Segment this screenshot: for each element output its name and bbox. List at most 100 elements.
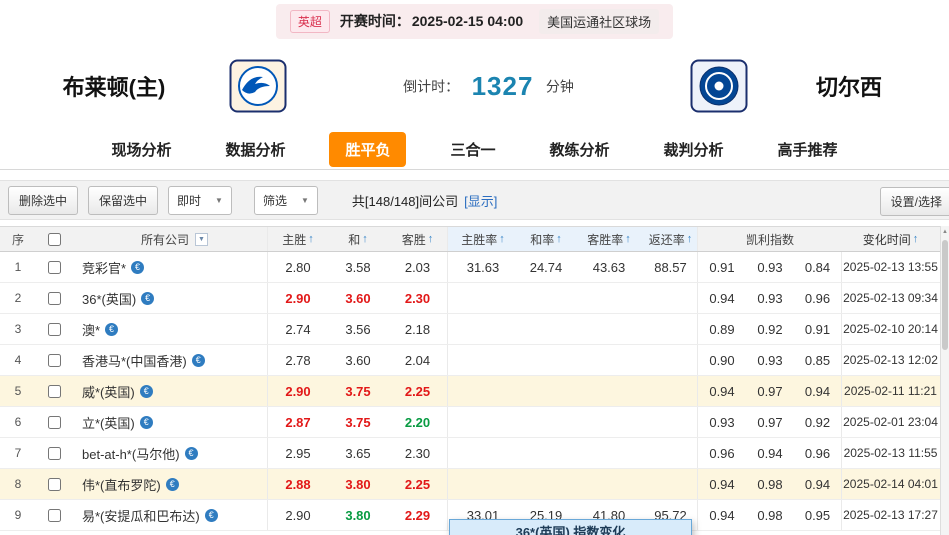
col-header-home-rate[interactable]: 主胜率 ↑ xyxy=(448,227,518,251)
scroll-up-icon[interactable]: ▲ xyxy=(941,226,949,238)
away-odds-cell[interactable]: 2.30 xyxy=(388,438,448,468)
col-header-return-rate-label: 返还率 xyxy=(649,231,685,248)
company-odds-icon[interactable]: € xyxy=(140,416,153,429)
company-cell[interactable]: 香港马*(中国香港)€ xyxy=(72,345,268,375)
col-header-draw-rate[interactable]: 和率 ↑ xyxy=(518,227,574,251)
home-odds-cell[interactable]: 2.90 xyxy=(268,376,328,406)
table-row[interactable]: 8伟*(直布罗陀)€2.883.802.250.940.980.942025-0… xyxy=(0,469,949,500)
away-odds-cell[interactable]: 2.25 xyxy=(388,376,448,406)
kelly-index-2: 0.93 xyxy=(746,252,794,282)
home-odds-cell[interactable]: 2.95 xyxy=(268,438,328,468)
company-cell[interactable]: 澳*€ xyxy=(72,314,268,344)
home-odds-cell[interactable]: 2.80 xyxy=(268,252,328,282)
table-row[interactable]: 1竞彩官*€2.803.582.0331.6324.7443.6388.570.… xyxy=(0,252,949,283)
draw-odds-cell[interactable]: 3.80 xyxy=(328,469,388,499)
company-odds-icon[interactable]: € xyxy=(140,385,153,398)
table-row[interactable]: 4香港马*(中国香港)€2.783.602.040.900.930.852025… xyxy=(0,345,949,376)
col-header-draw-label: 和 xyxy=(348,231,360,248)
draw-odds-cell[interactable]: 3.75 xyxy=(328,407,388,437)
away-odds-cell[interactable]: 2.18 xyxy=(388,314,448,344)
row-checkbox[interactable] xyxy=(48,509,61,522)
company-cell[interactable]: 立*(英国)€ xyxy=(72,407,268,437)
company-odds-icon[interactable]: € xyxy=(166,478,179,491)
row-checkbox[interactable] xyxy=(48,385,61,398)
row-checkbox[interactable] xyxy=(48,478,61,491)
keep-selected-button[interactable]: 保留选中 xyxy=(88,186,158,215)
home-odds-cell[interactable]: 2.74 xyxy=(268,314,328,344)
company-cell[interactable]: 竞彩官* € xyxy=(72,252,268,282)
home-odds-cell[interactable]: 2.78 xyxy=(268,345,328,375)
company-odds-icon[interactable]: € xyxy=(105,323,118,336)
draw-odds-cell[interactable]: 3.80 xyxy=(328,500,388,530)
return-rate-cell xyxy=(644,314,698,344)
table-scrollbar[interactable]: ▲ xyxy=(940,226,949,535)
company-dropdown-icon[interactable]: ▼ xyxy=(195,233,208,246)
odds-change-popup: 36*(英国) 指数变化 主胜 和 客胜 变化时间 2.903.602.3002… xyxy=(449,519,692,535)
company-odds-icon[interactable]: € xyxy=(192,354,205,367)
away-odds-cell[interactable]: 2.25 xyxy=(388,469,448,499)
company-odds-icon[interactable]: € xyxy=(131,261,144,274)
row-checkbox[interactable] xyxy=(48,416,61,429)
col-header-change-time[interactable]: 变化时间 ↑ xyxy=(842,227,939,251)
home-odds-cell[interactable]: 2.90 xyxy=(268,283,328,313)
table-row[interactable]: 6立*(英国)€2.873.752.200.930.970.922025-02-… xyxy=(0,407,949,438)
home-odds-cell[interactable]: 2.88 xyxy=(268,469,328,499)
tab-referee-analysis[interactable]: 裁判分析 xyxy=(654,132,734,167)
settings-select-button[interactable]: 设置/选择 xyxy=(880,187,949,216)
tab-coach-analysis[interactable]: 教练分析 xyxy=(540,132,620,167)
draw-odds-cell[interactable]: 3.65 xyxy=(328,438,388,468)
company-cell[interactable]: 伟*(直布罗陀)€ xyxy=(72,469,268,499)
sort-asc-icon: ↑ xyxy=(913,233,919,245)
company-odds-icon[interactable]: € xyxy=(141,292,154,305)
delete-selected-button[interactable]: 删除选中 xyxy=(8,186,78,215)
draw-rate-cell: 24.74 xyxy=(518,252,574,282)
tab-data-analysis[interactable]: 数据分析 xyxy=(215,132,295,167)
tab-expert-recommend[interactable]: 高手推荐 xyxy=(768,132,848,167)
row-checkbox[interactable] xyxy=(48,261,61,274)
table-row[interactable]: 5威*(英国)€2.903.752.250.940.970.942025-02-… xyxy=(0,376,949,407)
away-odds-cell[interactable]: 2.03 xyxy=(388,252,448,282)
away-odds-cell[interactable]: 2.20 xyxy=(388,407,448,437)
draw-odds-cell[interactable]: 3.60 xyxy=(328,345,388,375)
scrollbar-thumb[interactable] xyxy=(942,240,948,350)
show-link[interactable]: [显示] xyxy=(464,191,497,210)
instant-dropdown[interactable]: 即时 ▼ xyxy=(168,186,232,215)
col-header-home[interactable]: 主胜 ↑ xyxy=(268,227,328,251)
company-cell[interactable]: bet-at-h*(马尔他)€ xyxy=(72,438,268,468)
row-checkbox[interactable] xyxy=(48,292,61,305)
company-name: 竞彩官* xyxy=(82,258,126,277)
draw-odds-cell[interactable]: 3.56 xyxy=(328,314,388,344)
draw-odds-cell[interactable]: 3.58 xyxy=(328,252,388,282)
company-cell[interactable]: 威*(英国)€ xyxy=(72,376,268,406)
table-row[interactable]: 3澳*€2.743.562.180.890.920.912025-02-10 2… xyxy=(0,314,949,345)
analysis-tabbar: 现场分析数据分析胜平负三合一教练分析裁判分析高手推荐 xyxy=(0,130,949,170)
row-checkbox[interactable] xyxy=(48,354,61,367)
row-checkbox[interactable] xyxy=(48,323,61,336)
table-row[interactable]: 7bet-at-h*(马尔他)€2.953.652.300.960.940.96… xyxy=(0,438,949,469)
company-cell[interactable]: 易*(安提瓜和巴布达)€ xyxy=(72,500,268,530)
company-odds-icon[interactable]: € xyxy=(185,447,198,460)
select-all-checkbox[interactable] xyxy=(48,233,61,246)
away-odds-cell[interactable]: 2.04 xyxy=(388,345,448,375)
draw-odds-cell[interactable]: 3.75 xyxy=(328,376,388,406)
filter-dropdown[interactable]: 筛选 ▼ xyxy=(254,186,318,215)
table-row[interactable]: 236*(英国)€2.903.602.300.940.930.962025-02… xyxy=(0,283,949,314)
col-header-away[interactable]: 客胜 ↑ xyxy=(388,227,448,251)
away-odds-cell[interactable]: 2.29 xyxy=(388,500,448,530)
home-odds-cell[interactable]: 2.90 xyxy=(268,500,328,530)
kelly-index-3: 0.94 xyxy=(794,376,842,406)
col-header-return-rate[interactable]: 返还率 ↑ xyxy=(644,227,698,251)
tab-live-analysis[interactable]: 现场分析 xyxy=(101,132,181,167)
away-odds-cell[interactable]: 2.30 xyxy=(388,283,448,313)
col-header-draw[interactable]: 和 ↑ xyxy=(328,227,388,251)
col-header-company[interactable]: 所有公司 ▼ xyxy=(72,227,268,251)
company-odds-icon[interactable]: € xyxy=(205,509,218,522)
tab-win-draw-loss[interactable]: 胜平负 xyxy=(329,132,406,167)
row-checkbox[interactable] xyxy=(48,447,61,460)
tab-three-in-one[interactable]: 三合一 xyxy=(440,132,505,167)
home-odds-cell[interactable]: 2.87 xyxy=(268,407,328,437)
draw-odds-cell[interactable]: 3.60 xyxy=(328,283,388,313)
col-header-away-rate[interactable]: 客胜率 ↑ xyxy=(574,227,644,251)
kelly-index-1: 0.89 xyxy=(698,314,746,344)
company-cell[interactable]: 36*(英国)€ xyxy=(72,283,268,313)
